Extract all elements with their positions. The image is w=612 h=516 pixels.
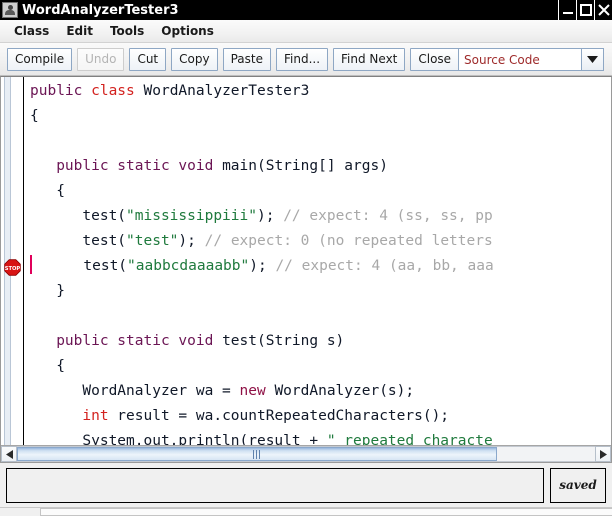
bottom-strip-bar	[40, 508, 612, 516]
scroll-left-button[interactable]	[1, 446, 17, 462]
code-token: test(	[30, 233, 126, 249]
undo-button: Undo	[77, 48, 124, 71]
code-token: new	[240, 383, 275, 399]
code-token: int	[30, 408, 109, 424]
code-token: {	[30, 183, 65, 199]
maximize-button[interactable]	[576, 0, 594, 20]
code-line: {	[30, 104, 611, 129]
code-line	[30, 129, 611, 154]
close-button[interactable]	[594, 0, 612, 20]
code-token: {	[30, 108, 39, 124]
main-window: WordAnalyzerTester3 Class Edit Tools	[0, 0, 612, 516]
menu-item-tools[interactable]: Tools	[102, 22, 153, 40]
code-token: main(String[] args)	[222, 158, 388, 174]
scrollbar-grip-icon	[253, 450, 260, 459]
code-token: "aabbcdaaaabb"	[127, 258, 249, 274]
code-line: public class WordAnalyzerTester3	[30, 79, 611, 104]
save-state-badge: saved	[550, 468, 606, 503]
code-token: public static void	[30, 158, 222, 174]
code-token: public static void	[30, 333, 222, 349]
code-line: WordAnalyzer wa = new WordAnalyzer(s);	[30, 379, 611, 404]
app-icon	[2, 2, 18, 18]
toolbar: Compile Undo Cut Copy Paste Find... Find…	[0, 43, 612, 76]
compile-button[interactable]: Compile	[7, 48, 72, 71]
copy-button[interactable]: Copy	[171, 48, 217, 71]
code-token: result = wa.countRepeatedCharacters();	[109, 408, 449, 424]
menu-item-class[interactable]: Class	[6, 22, 58, 40]
code-token: test(String s)	[222, 333, 344, 349]
code-line: test("aabbcdaaaabb"); // expect: 4 (aa, …	[30, 254, 611, 279]
code-token: );	[249, 258, 275, 274]
menu-item-options[interactable]: Options	[153, 22, 223, 40]
find-next-button[interactable]: Find Next	[333, 48, 405, 71]
status-bar: saved	[0, 463, 612, 507]
paste-button[interactable]: Paste	[223, 48, 271, 71]
horizontal-scrollbar[interactable]	[1, 445, 611, 462]
window-controls	[558, 0, 612, 20]
editor-body[interactable]: STOP public class WordAnalyzerTester3 { p…	[1, 77, 611, 445]
code-token: WordAnalyzerTester3	[144, 83, 310, 99]
triangle-left-icon	[6, 450, 13, 459]
code-token: // expect: 4 (ss, ss, pp	[283, 208, 493, 224]
window-title: WordAnalyzerTester3	[22, 3, 558, 18]
minimize-button[interactable]	[558, 0, 576, 20]
view-selector-value: Source Code	[459, 49, 581, 70]
code-text[interactable]: public class WordAnalyzerTester3 { public…	[30, 77, 611, 445]
scrollbar-track[interactable]	[17, 446, 595, 462]
bottom-strip	[0, 507, 612, 516]
code-token: // expect: 4 (aa, bb, aaa	[275, 258, 493, 274]
code-line	[30, 304, 611, 329]
cut-button[interactable]: Cut	[129, 48, 166, 71]
code-token: WordAnalyzer wa =	[30, 383, 240, 399]
find-button[interactable]: Find...	[276, 48, 328, 71]
code-token: );	[178, 233, 204, 249]
code-token: class	[91, 83, 143, 99]
code-line: public static void test(String s)	[30, 329, 611, 354]
stop-sign-icon: STOP	[4, 259, 21, 276]
chevron-down-icon	[587, 56, 598, 63]
code-token: test(	[30, 208, 126, 224]
code-line: {	[30, 179, 611, 204]
code-token: "mississippiii"	[126, 208, 257, 224]
code-editor: STOP public class WordAnalyzerTester3 { p…	[0, 76, 612, 463]
code-token: );	[257, 208, 283, 224]
code-line: test("test"); // expect: 0 (no repeated …	[30, 229, 611, 254]
scrollbar-thumb[interactable]	[17, 447, 497, 461]
menu-item-edit[interactable]: Edit	[58, 22, 102, 40]
view-selector-arrow-button[interactable]	[581, 49, 603, 70]
close-icon	[597, 3, 611, 17]
bottom-strip-left	[0, 508, 40, 516]
code-line: int result = wa.countRepeatedCharacters(…	[30, 404, 611, 429]
code-line: System.out.println(result + " repeated c…	[30, 429, 611, 445]
code-token: // expect: 0 (no repeated letters	[205, 233, 493, 249]
scroll-right-button[interactable]	[595, 446, 611, 462]
maximize-icon	[579, 3, 593, 17]
code-line: {	[30, 354, 611, 379]
svg-text:STOP: STOP	[4, 266, 20, 272]
code-scroll-area[interactable]: public class WordAnalyzerTester3 { public…	[24, 77, 611, 445]
breakpoint-marker[interactable]: STOP	[3, 258, 21, 276]
code-line: test("mississippiii"); // expect: 4 (ss,…	[30, 204, 611, 229]
editor-gutter[interactable]: STOP	[1, 77, 24, 445]
code-token: test(	[31, 258, 127, 274]
view-selector-combobox[interactable]: Source Code	[458, 48, 604, 71]
close-editor-button[interactable]: Close	[410, 48, 459, 71]
code-line: public static void main(String[] args)	[30, 154, 611, 179]
code-token: {	[30, 358, 65, 374]
code-token: WordAnalyzer(s);	[274, 383, 414, 399]
minimize-icon	[561, 3, 575, 17]
code-token: }	[30, 283, 65, 299]
code-token: "test"	[126, 233, 178, 249]
code-token: public	[30, 83, 91, 99]
code-token: " repeated characte	[327, 433, 493, 445]
triangle-right-icon	[600, 450, 607, 459]
code-token: System.out.println(result +	[30, 433, 327, 445]
title-bar: WordAnalyzerTester3	[0, 0, 612, 20]
code-line: }	[30, 279, 611, 304]
menu-bar: Class Edit Tools Options	[0, 20, 612, 43]
status-message-field	[6, 468, 544, 503]
